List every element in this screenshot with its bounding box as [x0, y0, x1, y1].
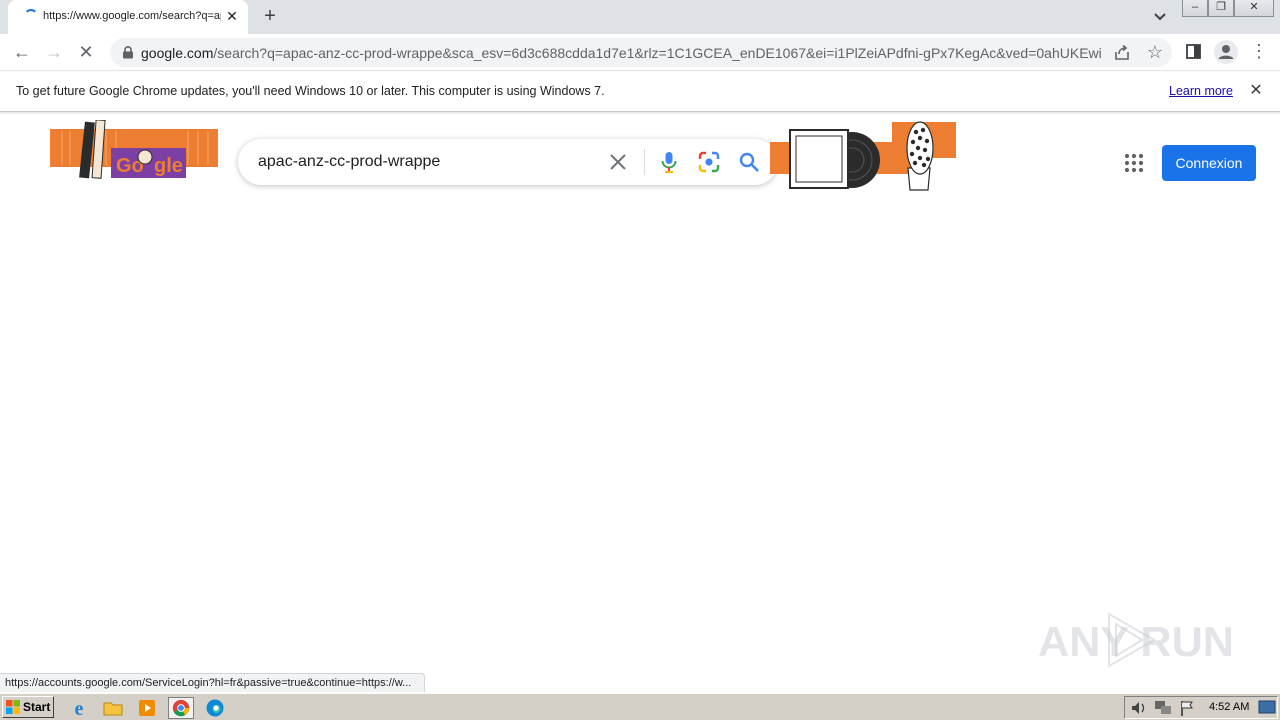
- network-icon[interactable]: [1153, 698, 1173, 718]
- media-player-icon[interactable]: [136, 697, 158, 719]
- google-apps-grid-icon[interactable]: [1124, 153, 1144, 173]
- watermark-text: ANY RUN: [1038, 618, 1234, 665]
- infobar-close-icon[interactable]: ✕: [1246, 81, 1266, 101]
- show-desktop-icon[interactable]: [1258, 698, 1276, 716]
- url-text[interactable]: google.com/search?q=apac-anz-cc-prod-wra…: [141, 45, 1101, 61]
- learn-more-link[interactable]: Learn more: [1169, 84, 1233, 98]
- start-button[interactable]: Start: [2, 696, 54, 718]
- url-host: google.com: [141, 45, 214, 61]
- chrome-menu-icon[interactable]: ⋮: [1250, 40, 1268, 64]
- maximize-button[interactable]: ❐: [1208, 0, 1234, 17]
- anyrun-watermark-logo: ANY RUN: [1038, 612, 1234, 668]
- side-panel-icon[interactable]: [1186, 44, 1201, 59]
- doodle-decoration: [770, 121, 956, 191]
- address-bar[interactable]: google.com/search?q=apac-anz-cc-prod-wra…: [110, 38, 1172, 67]
- search-icon[interactable]: [738, 151, 760, 173]
- search-divider: [644, 149, 645, 175]
- tab-active[interactable]: https://www.google.com/search?q=apac-anz…: [8, 0, 248, 34]
- chrome-icon[interactable]: [168, 697, 194, 719]
- folder-icon[interactable]: [102, 697, 124, 719]
- loading-spinner-icon: [24, 9, 38, 23]
- voice-search-mic-icon[interactable]: [659, 151, 679, 173]
- google-doodle-logo[interactable]: Go gle: [48, 120, 220, 182]
- google-lens-icon[interactable]: [698, 151, 720, 173]
- search-box[interactable]: [238, 139, 778, 185]
- url-path: /search?q=apac-anz-cc-prod-wrappe&sca_es…: [213, 45, 1101, 61]
- window-controls: – ❐ ✕: [1182, 0, 1274, 18]
- system-tray: 4:52 AM: [1124, 696, 1278, 719]
- windows-logo-icon: [6, 700, 20, 714]
- status-url-bubble: https://accounts.google.com/ServiceLogin…: [0, 673, 425, 692]
- taskbar-clock[interactable]: 4:52 AM: [1209, 701, 1249, 713]
- share-icon[interactable]: [1113, 44, 1131, 62]
- edge-icon[interactable]: [204, 697, 226, 719]
- profile-avatar-icon[interactable]: [1214, 40, 1238, 64]
- minimize-button[interactable]: –: [1182, 0, 1208, 17]
- update-infobar: To get future Google Chrome updates, you…: [0, 72, 1280, 112]
- sign-in-button[interactable]: Connexion: [1162, 145, 1256, 181]
- svg-text:e: e: [75, 698, 84, 719]
- tab-search-chevron-icon[interactable]: [1150, 8, 1170, 26]
- tab-strip: https://www.google.com/search?q=apac-anz…: [0, 0, 1280, 34]
- infobar-message: To get future Google Chrome updates, you…: [16, 84, 605, 98]
- close-window-button[interactable]: ✕: [1234, 0, 1274, 17]
- lock-icon[interactable]: [122, 46, 134, 59]
- tab-title: https://www.google.com/search?q=apac-anz…: [43, 10, 221, 22]
- start-label: Start: [23, 700, 51, 714]
- clear-search-icon[interactable]: [608, 152, 628, 172]
- svg-text:gle: gle: [154, 155, 183, 177]
- stop-loading-button[interactable]: ✕: [73, 39, 99, 65]
- bookmark-star-icon[interactable]: ☆: [1145, 41, 1165, 63]
- back-button[interactable]: ←: [9, 39, 35, 65]
- new-tab-button[interactable]: +: [258, 6, 282, 28]
- browser-toolbar: ← → ✕ google.com/search?q=apac-anz-cc-pr…: [0, 34, 1280, 71]
- action-center-flag-icon[interactable]: [1177, 698, 1197, 718]
- volume-icon[interactable]: [1129, 698, 1149, 718]
- forward-button[interactable]: →: [41, 39, 67, 65]
- internet-explorer-icon[interactable]: e: [68, 697, 90, 719]
- windows-taskbar: Start e 4:52 AM: [0, 693, 1280, 720]
- search-input[interactable]: [258, 152, 598, 172]
- tab-close-icon[interactable]: ✕: [224, 8, 240, 24]
